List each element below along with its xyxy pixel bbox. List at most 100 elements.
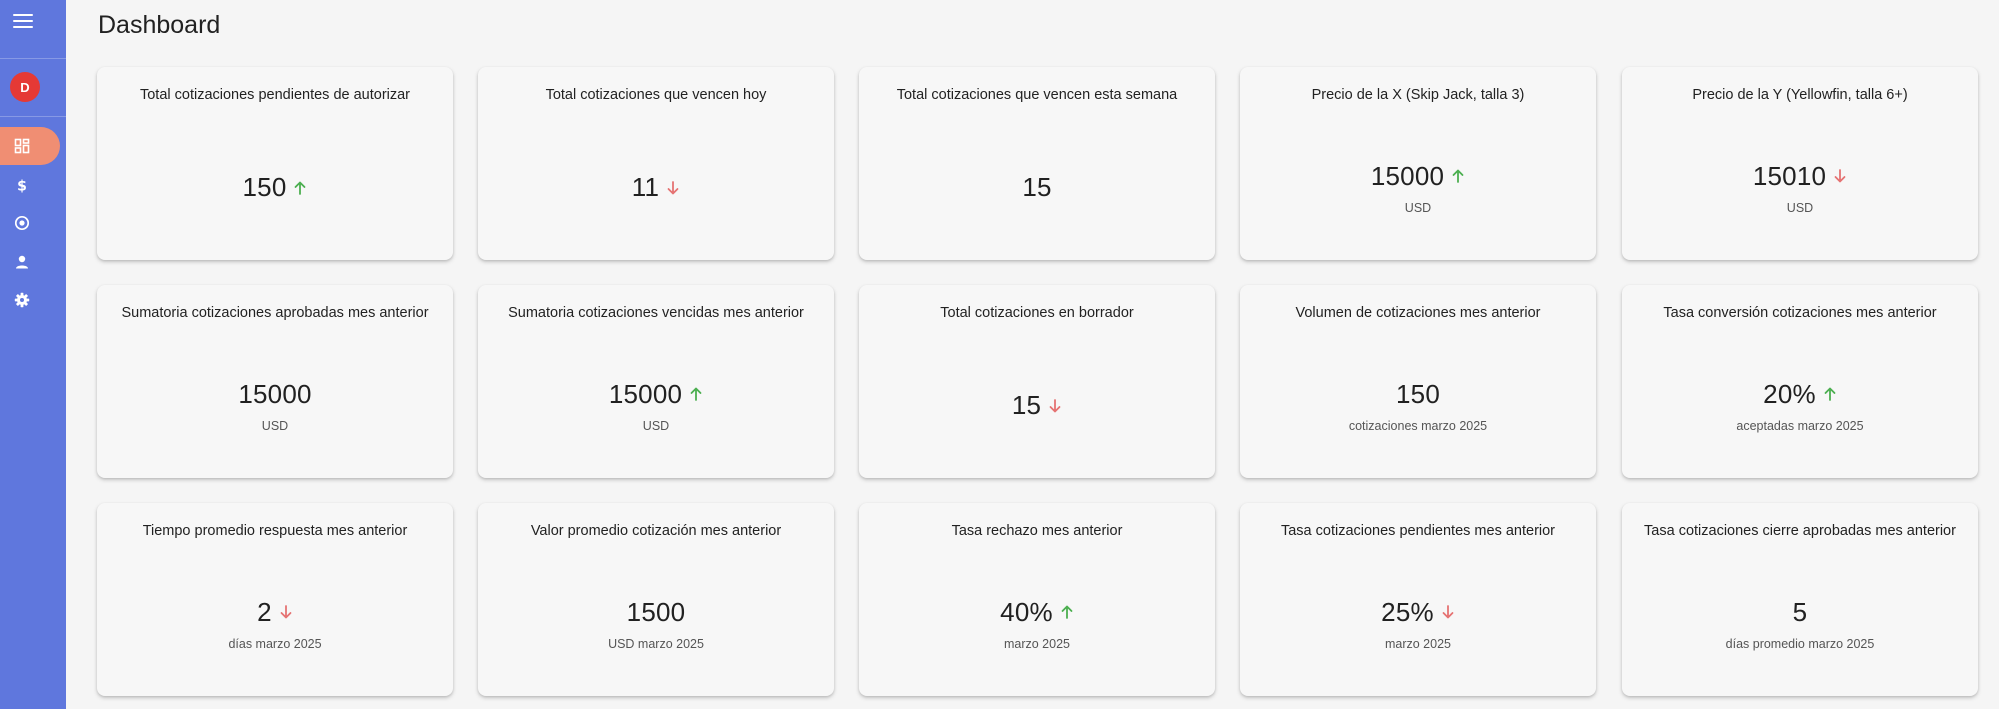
kpi-card-title: Total cotizaciones pendientes de autoriz… — [139, 87, 411, 103]
kpi-card-body: 11 — [478, 115, 834, 260]
arrow-down-icon — [667, 180, 679, 194]
kpi-card-title: Valor promedio cotización mes anterior — [530, 523, 782, 539]
page-title: Dashboard — [98, 11, 221, 39]
kpi-card: Precio de la Y (Yellowfin, talla 6+) 1501… — [1622, 67, 1978, 260]
kpi-card-body: 150 cotizaciones marzo 2025 — [1240, 333, 1596, 478]
sidebar-item-target[interactable] — [0, 204, 60, 242]
arrow-down-icon — [280, 605, 292, 619]
kpi-value: 40% — [1000, 596, 1053, 627]
menu-icon[interactable] — [10, 8, 36, 34]
kpi-value: 2 — [257, 596, 272, 627]
sidebar-item-settings[interactable] — [0, 281, 60, 319]
sidebar-divider — [0, 116, 66, 117]
kpi-value-row: 20% — [1763, 379, 1837, 410]
kpi-value: 15010 — [1752, 160, 1827, 191]
kpi-card-title: Tasa cotizaciones cierre aprobadas mes a… — [1644, 523, 1956, 539]
kpi-value: 15000 — [608, 378, 683, 409]
kpi-value: 150 — [1396, 378, 1440, 409]
kpi-card-body: 2 días marzo 2025 — [97, 551, 453, 696]
dollar-icon: $ — [17, 179, 27, 194]
kpi-subtitle: marzo 2025 — [1003, 636, 1070, 651]
kpi-subtitle: USD — [1786, 200, 1814, 215]
kpi-value-row: 15000 — [238, 379, 311, 410]
kpi-card-body: 40% marzo 2025 — [859, 551, 1215, 696]
target-icon — [14, 215, 30, 231]
gear-icon — [14, 292, 30, 308]
sidebar-item-dollar[interactable]: $ — [0, 166, 60, 204]
kpi-card-body: 15 — [859, 115, 1215, 260]
kpi-card: Total cotizaciones en borrador 15 — [859, 285, 1215, 478]
kpi-card-title: Sumatoria cotizaciones aprobadas mes ant… — [121, 305, 429, 321]
kpi-card-body: 5 días promedio marzo 2025 — [1622, 551, 1978, 696]
kpi-card: Precio de la X (Skip Jack, talla 3) 15000… — [1240, 67, 1596, 260]
kpi-card: Tasa cotizaciones pendientes mes anterio… — [1240, 503, 1596, 696]
kpi-card: Tasa rechazo mes anterior 40% marzo 2025 — [859, 503, 1215, 696]
kpi-card-body: 15000 USD — [478, 333, 834, 478]
kpi-card-title: Volumen de cotizaciones mes anterior — [1295, 305, 1541, 321]
kpi-value: 15 — [1011, 390, 1042, 420]
kpi-value-row: 150 — [243, 172, 308, 203]
arrow-up-icon — [1061, 605, 1073, 619]
kpi-value: 15000 — [238, 378, 312, 409]
kpi-subtitle: marzo 2025 — [1384, 636, 1451, 651]
kpi-value: 150 — [242, 172, 287, 202]
arrow-up-icon — [1824, 387, 1836, 401]
kpi-value-row: 40% — [1000, 597, 1074, 628]
kpi-card-body: 15 — [859, 333, 1215, 478]
kpi-value: 5 — [1792, 596, 1808, 627]
kpi-card: Valor promedio cotización mes anterior 15… — [478, 503, 834, 696]
kpi-value-row: 15000 — [1371, 161, 1465, 192]
kpi-value-row: 11 — [632, 172, 680, 203]
kpi-subtitle: USD marzo 2025 — [608, 636, 704, 651]
kpi-subtitle: USD — [1404, 200, 1432, 215]
kpi-card-body: 1500 USD marzo 2025 — [478, 551, 834, 696]
kpi-value: 1500 — [626, 596, 686, 627]
kpi-value: 20% — [1763, 378, 1816, 409]
kpi-card: Sumatoria cotizaciones aprobadas mes ant… — [97, 285, 453, 478]
kpi-card: Tasa conversión cotizaciones mes anterio… — [1622, 285, 1978, 478]
sidebar-item-user[interactable] — [0, 243, 60, 281]
kpi-value: 25% — [1381, 596, 1434, 627]
kpi-value-row: 2 — [257, 597, 293, 628]
kpi-value: 11 — [631, 172, 660, 202]
dashboard-icon — [14, 138, 30, 154]
kpi-card-body: 20% aceptadas marzo 2025 — [1622, 333, 1978, 478]
arrow-up-icon — [1452, 169, 1464, 183]
arrow-up-icon — [690, 387, 702, 401]
kpi-value-row: 15000 — [609, 379, 703, 410]
kpi-card-body: 150 — [97, 115, 453, 260]
avatar[interactable]: D — [10, 72, 40, 102]
kpi-card-body: 15000 USD — [1240, 115, 1596, 260]
sidebar-item-dashboard[interactable] — [0, 127, 60, 165]
kpi-card-body: 15000 USD — [97, 333, 453, 478]
kpi-card-title: Tiempo promedio respuesta mes anterior — [142, 523, 408, 539]
kpi-card: Volumen de cotizaciones mes anterior 150 c… — [1240, 285, 1596, 478]
kpi-value-row: 1500 — [627, 597, 686, 628]
user-icon — [16, 255, 28, 269]
kpi-card-title: Total cotizaciones que vencen esta seman… — [896, 87, 1178, 103]
kpi-card: Total cotizaciones que vencen hoy 11 — [478, 67, 834, 260]
kpi-value-row: 15 — [1022, 172, 1051, 203]
kpi-value: 15000 — [1370, 160, 1445, 191]
kpi-card-title: Precio de la Y (Yellowfin, talla 6+) — [1692, 87, 1908, 103]
kpi-card-title: Tasa conversión cotizaciones mes anterio… — [1663, 305, 1937, 321]
kpi-value-row: 5 — [1793, 597, 1808, 628]
kpi-card: Total cotizaciones pendientes de autoriz… — [97, 67, 453, 260]
arrow-down-icon — [1442, 605, 1454, 619]
kpi-card: Total cotizaciones que vencen esta seman… — [859, 67, 1215, 260]
kpi-card-body: 15010 USD — [1622, 115, 1978, 260]
kpi-subtitle: días promedio marzo 2025 — [1725, 636, 1875, 651]
kpi-card-title: Tasa cotizaciones pendientes mes anterio… — [1280, 523, 1556, 539]
kpi-card-title: Tasa rechazo mes anterior — [951, 523, 1123, 539]
svg-text:$: $ — [17, 179, 27, 194]
kpi-subtitle: USD — [261, 418, 289, 433]
kpi-card: Sumatoria cotizaciones vencidas mes ante… — [478, 285, 834, 478]
kpi-subtitle: días marzo 2025 — [228, 636, 322, 651]
arrow-up-icon — [295, 181, 306, 195]
kpi-card-body: 25% marzo 2025 — [1240, 551, 1596, 696]
kpi-card: Tasa cotizaciones cierre aprobadas mes a… — [1622, 503, 1978, 696]
kpi-card-title: Total cotizaciones en borrador — [940, 305, 1134, 321]
kpi-value-row: 150 — [1396, 379, 1440, 410]
kpi-value-row: 25% — [1381, 597, 1455, 628]
kpi-subtitle: cotizaciones marzo 2025 — [1348, 418, 1488, 433]
